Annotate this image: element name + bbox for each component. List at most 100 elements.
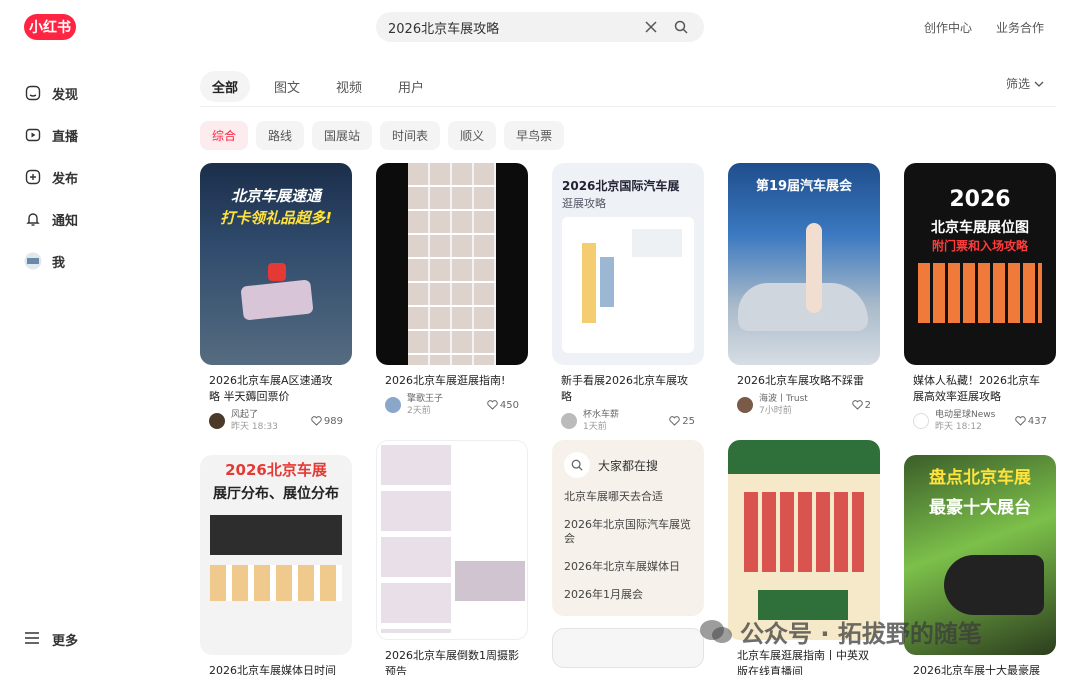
note-card[interactable]: 第19届汽车展会 2026北京车展攻略不踩雷 海波丨Trust 7小时前 2 — [728, 163, 880, 417]
author-info[interactable]: 风起了 昨天 18:33 — [231, 409, 311, 433]
author-info[interactable]: 杯水车薪 1天前 — [583, 409, 669, 433]
creator-center-link[interactable]: 创作中心 — [924, 19, 972, 36]
avatar[interactable] — [913, 413, 929, 429]
content-tabs: 全部 图文 视频 用户 筛选 — [200, 67, 1056, 107]
note-card[interactable]: 2026 北京车展展位图 附门票和入场攻略 媒体人私藏！2026北京车展高效率逛… — [904, 163, 1056, 433]
avatar[interactable] — [385, 397, 401, 413]
note-title[interactable]: 2026北京车展倒数1周摄影预告 — [376, 648, 528, 675]
chip-shunyi[interactable]: 顺义 — [448, 121, 497, 150]
like-button[interactable]: 450 — [487, 400, 519, 411]
avatar[interactable] — [561, 413, 577, 429]
note-cover[interactable]: 第19届汽车展会 — [728, 163, 880, 365]
like-button[interactable]: 25 — [669, 416, 695, 427]
note-card[interactable]: 北京车展速通 打卡领礼品超多! 2026北京车展A区速通攻略 半天薅回票价 风起… — [200, 163, 352, 433]
wechat-icon — [700, 619, 732, 643]
suggestion-item[interactable]: 2026年1月展会 — [564, 588, 692, 602]
floor-map — [562, 217, 694, 353]
note-card[interactable]: 2026北京车展逛展指南! 擎歌王子 2天前 450 — [376, 163, 528, 417]
note-title[interactable]: 2026北京车展十大最豪展台 — [904, 663, 1056, 675]
note-cover[interactable] — [552, 628, 704, 668]
note-meta: 杯水车薪 1天前 25 — [552, 409, 704, 433]
sidebar-item-publish[interactable]: 发布 — [24, 156, 144, 198]
like-button[interactable]: 989 — [311, 416, 343, 427]
like-button[interactable]: 437 — [1015, 416, 1047, 427]
clear-icon[interactable] — [640, 16, 662, 38]
heart-icon — [1015, 416, 1026, 426]
note-cover[interactable]: 北京车展速通 打卡领礼品超多! — [200, 163, 352, 365]
author-info[interactable]: 海波丨Trust 7小时前 — [759, 393, 852, 417]
avatar[interactable] — [737, 397, 753, 413]
note-cover[interactable]: 2026北京车展 展厅分布、展位分布 — [200, 455, 352, 655]
suggestions-header: 大家都在搜 — [564, 452, 692, 478]
note-card[interactable]: 2026北京车展 展厅分布、展位分布 2026北京车展媒体日时间表 — [200, 455, 352, 675]
heart-icon — [487, 400, 498, 410]
note-card[interactable]: 2026北京国际汽车展 逛展攻略 新手看展2026北京车展攻略 杯水车薪 1天前 … — [552, 163, 704, 433]
chip-early-bird[interactable]: 早鸟票 — [504, 121, 565, 150]
live-icon — [24, 126, 42, 144]
red-badge — [268, 263, 286, 281]
suggestion-item[interactable]: 2026年北京车展媒体日 — [564, 560, 692, 574]
sidebar-item-me[interactable]: 我 — [24, 240, 144, 282]
note-title[interactable]: 2026北京车展媒体日时间表 — [200, 663, 352, 675]
suggestion-item[interactable]: 北京车展哪天去合适 — [564, 490, 692, 504]
chip-route[interactable]: 路线 — [256, 121, 305, 150]
note-title[interactable]: 2026北京车展逛展指南! — [376, 373, 528, 389]
tab-video[interactable]: 视频 — [324, 71, 374, 102]
search-input[interactable] — [388, 19, 632, 35]
cover-text: 2026 — [949, 187, 1011, 212]
sidebar-item-discover[interactable]: 发现 — [24, 72, 144, 114]
info-block — [210, 515, 342, 555]
author-info[interactable]: 擎歌王子 2天前 — [407, 393, 487, 417]
business-link[interactable]: 业务合作 — [996, 19, 1044, 36]
watermark: 公众号 · 拓拔野的随笔 — [698, 614, 982, 649]
note-title[interactable]: 2026北京车展A区速通攻略 半天薅回票价 — [200, 373, 352, 405]
more-button[interactable]: 更多 — [24, 630, 78, 649]
cover-text: 附门票和入场攻略 — [931, 239, 1028, 253]
chip-comprehensive[interactable]: 综合 — [200, 121, 249, 150]
author-name: 杯水车薪 — [583, 410, 620, 420]
note-title[interactable]: 北京车展逛展指南丨中英双版在线直播间 — [728, 648, 880, 675]
note-title[interactable]: 新手看展2026北京车展攻略 — [552, 373, 704, 405]
like-button[interactable]: 2 — [851, 399, 871, 411]
sidebar-item-live[interactable]: 直播 — [24, 114, 144, 156]
chip-exhibition-station[interactable]: 国展站 — [312, 121, 373, 150]
author-info[interactable]: 电动星球News 昨天 18:12 — [935, 409, 1015, 433]
note-cover[interactable]: 2026 北京车展展位图 附门票和入场攻略 — [904, 163, 1056, 365]
photo-column — [381, 445, 451, 633]
post-time: 1天前 — [583, 422, 607, 432]
sidebar-item-notifications[interactable]: 通知 — [24, 198, 144, 240]
home-icon — [24, 84, 42, 102]
hall-map — [744, 492, 864, 572]
author-name: 电动星球News — [935, 410, 996, 420]
note-cover[interactable] — [376, 440, 528, 640]
xiaohongshu-logo[interactable]: 小红书 — [24, 14, 76, 40]
note-meta: 电动星球News 昨天 18:12 437 — [904, 409, 1056, 433]
chevron-down-icon — [1034, 81, 1044, 87]
note-cover[interactable]: 2026北京国际汽车展 逛展攻略 — [552, 163, 704, 365]
cover-text: 北京车展速通 — [230, 187, 321, 205]
avatar[interactable] — [209, 413, 225, 429]
search-icon[interactable] — [670, 16, 692, 38]
tab-user[interactable]: 用户 — [386, 71, 436, 102]
chip-schedule[interactable]: 时间表 — [380, 121, 441, 150]
post-time: 昨天 18:33 — [231, 422, 278, 432]
filter-label: 筛选 — [1005, 77, 1030, 91]
note-title[interactable]: 2026北京车展攻略不踩雷 — [728, 373, 880, 389]
tab-all[interactable]: 全部 — [200, 71, 251, 102]
note-cover[interactable] — [728, 440, 880, 640]
post-time: 昨天 18:12 — [935, 422, 982, 432]
hall-map — [210, 565, 342, 601]
note-card[interactable]: 2026北京车展倒数1周摄影预告 — [376, 440, 528, 675]
note-cover[interactable] — [376, 163, 528, 365]
post-time: 7小时前 — [759, 406, 792, 416]
filter-button[interactable]: 筛选 — [1006, 75, 1044, 92]
top-links: 创作中心 业务合作 — [924, 19, 1044, 36]
search-icon — [564, 452, 590, 478]
bell-icon — [24, 210, 42, 228]
cover-text: 北京车展展位图 — [931, 220, 1029, 236]
suggestion-item[interactable]: 2026年北京国际汽车展览会 — [564, 518, 692, 546]
tab-image-text[interactable]: 图文 — [262, 71, 312, 102]
note-meta: 擎歌王子 2天前 450 — [376, 393, 528, 417]
like-count: 2 — [864, 399, 871, 411]
note-title[interactable]: 媒体人私藏！2026北京车展高效率逛展攻略 — [904, 373, 1056, 405]
